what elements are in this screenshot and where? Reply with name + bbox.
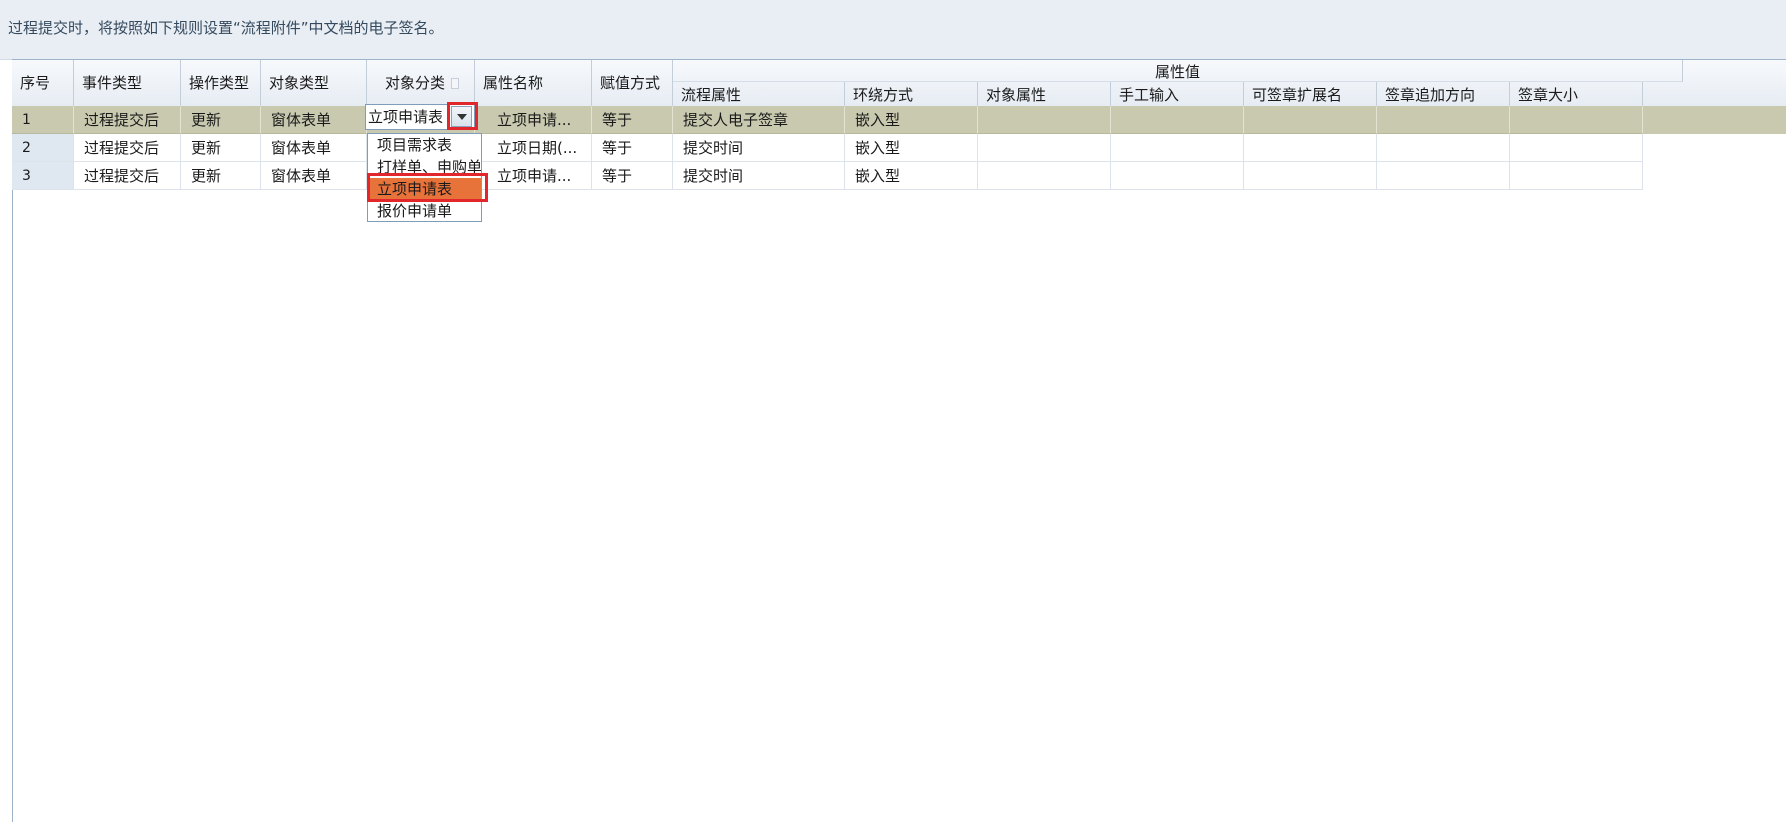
table-row[interactable]: 2 过程提交后 更新 窗体表单 立项日期(... 等于 提交时间 嵌入型 [12,134,1786,162]
cell-assign-method[interactable]: 等于 [592,106,673,134]
cell-manual-input[interactable] [1111,134,1244,162]
cell-event-type[interactable]: 过程提交后 [74,162,181,190]
filter-icon [451,78,460,89]
cell-manual-input[interactable] [1111,162,1244,190]
cell-op-type[interactable]: 更新 [181,106,261,134]
cell-seq[interactable]: 3 [12,162,74,190]
dropdown-option-dayang[interactable]: 打样单、申购单 [368,156,481,178]
info-text: 过程提交时，将按照如下规则设置“流程附件”中文档的电子签名。 [8,19,444,37]
col-header-obj-type[interactable]: 对象类型 [261,60,367,107]
col-header-sign-ext[interactable]: 可签章扩展名 [1244,82,1377,107]
col-header-attr-name[interactable]: 属性名称 [475,60,592,107]
top-info-bar: 过程提交时，将按照如下规则设置“流程附件”中文档的电子签名。 [0,0,1786,60]
obj-category-combobox[interactable]: 立项申请表 [365,104,475,130]
cell-attr-name[interactable]: 立项申请... [475,162,592,190]
cell-sign-direction[interactable] [1377,106,1510,134]
cell-attr-name[interactable]: 立项申请... [475,106,592,134]
cell-sign-ext[interactable] [1244,162,1377,190]
cell-manual-input[interactable] [1111,106,1244,134]
cell-event-type[interactable]: 过程提交后 [74,134,181,162]
dropdown-option-xiangmu[interactable]: 项目需求表 [368,134,481,156]
cell-flow-attr[interactable]: 提交人电子签章 [673,106,845,134]
cell-assign-method[interactable]: 等于 [592,134,673,162]
cell-sign-size[interactable] [1510,162,1643,190]
cell-wrap-mode[interactable]: 嵌入型 [845,162,978,190]
cell-attr-name[interactable]: 立项日期(... [475,134,592,162]
col-header-wrap-mode[interactable]: 环绕方式 [845,82,978,107]
cell-flow-attr[interactable]: 提交时间 [673,134,845,162]
cell-sign-ext[interactable] [1244,106,1377,134]
cell-wrap-mode[interactable]: 嵌入型 [845,106,978,134]
cell-op-type[interactable]: 更新 [181,162,261,190]
cell-sign-size[interactable] [1510,106,1643,134]
col-header-flow-attr[interactable]: 流程属性 [673,82,845,107]
table-row[interactable]: 3 过程提交后 更新 窗体表单 立项申请... 等于 提交时间 嵌入型 [12,162,1786,190]
grid-header: 序号 事件类型 操作类型 对象类型 对象分类 属性名称 赋值方式 属性值 流程属… [12,59,1786,108]
col-header-obj-category-label: 对象分类 [385,74,446,92]
dropdown-button[interactable] [451,106,472,127]
col-group-attr-value: 属性值 [673,60,1683,82]
cell-seq[interactable]: 1 [12,106,74,134]
cell-assign-method[interactable]: 等于 [592,162,673,190]
col-header-op-type[interactable]: 操作类型 [181,60,261,107]
cell-op-type[interactable]: 更新 [181,134,261,162]
cell-obj-type[interactable]: 窗体表单 [261,106,367,134]
col-header-manual-input[interactable]: 手工输入 [1111,82,1244,107]
cell-wrap-mode[interactable]: 嵌入型 [845,134,978,162]
cell-obj-type[interactable]: 窗体表单 [261,134,367,162]
cell-sign-ext[interactable] [1244,134,1377,162]
cell-flow-attr[interactable]: 提交时间 [673,162,845,190]
col-header-obj-attr[interactable]: 对象属性 [978,82,1111,107]
dropdown-option-lixiang[interactable]: 立项申请表 [368,178,481,200]
col-header-assign-method[interactable]: 赋值方式 [592,60,673,107]
cell-sign-direction[interactable] [1377,162,1510,190]
cell-sign-size[interactable] [1510,134,1643,162]
col-header-sign-direction[interactable]: 签章追加方向 [1377,82,1510,107]
cell-event-type[interactable]: 过程提交后 [74,106,181,134]
cell-seq[interactable]: 2 [12,134,74,162]
col-header-seq[interactable]: 序号 [12,60,74,107]
cell-sign-direction[interactable] [1377,134,1510,162]
chevron-down-icon [456,113,467,120]
dropdown-option-baojia[interactable]: 报价申请单 [368,200,481,221]
col-header-sign-size[interactable]: 签章大小 [1510,82,1643,107]
col-header-event-type[interactable]: 事件类型 [74,60,181,107]
cell-obj-attr[interactable] [978,134,1111,162]
dropdown-list: 项目需求表 打样单、申购单 立项申请表 报价申请单 [367,133,482,222]
cell-obj-attr[interactable] [978,106,1111,134]
combobox-value: 立项申请表 [368,108,444,126]
cell-obj-type[interactable]: 窗体表单 [261,162,367,190]
cell-obj-attr[interactable] [978,162,1111,190]
table-row[interactable]: 1 过程提交后 更新 窗体表单 立项申请... 等于 提交人电子签章 嵌入型 [12,106,1786,134]
col-header-obj-category[interactable]: 对象分类 [367,60,475,107]
